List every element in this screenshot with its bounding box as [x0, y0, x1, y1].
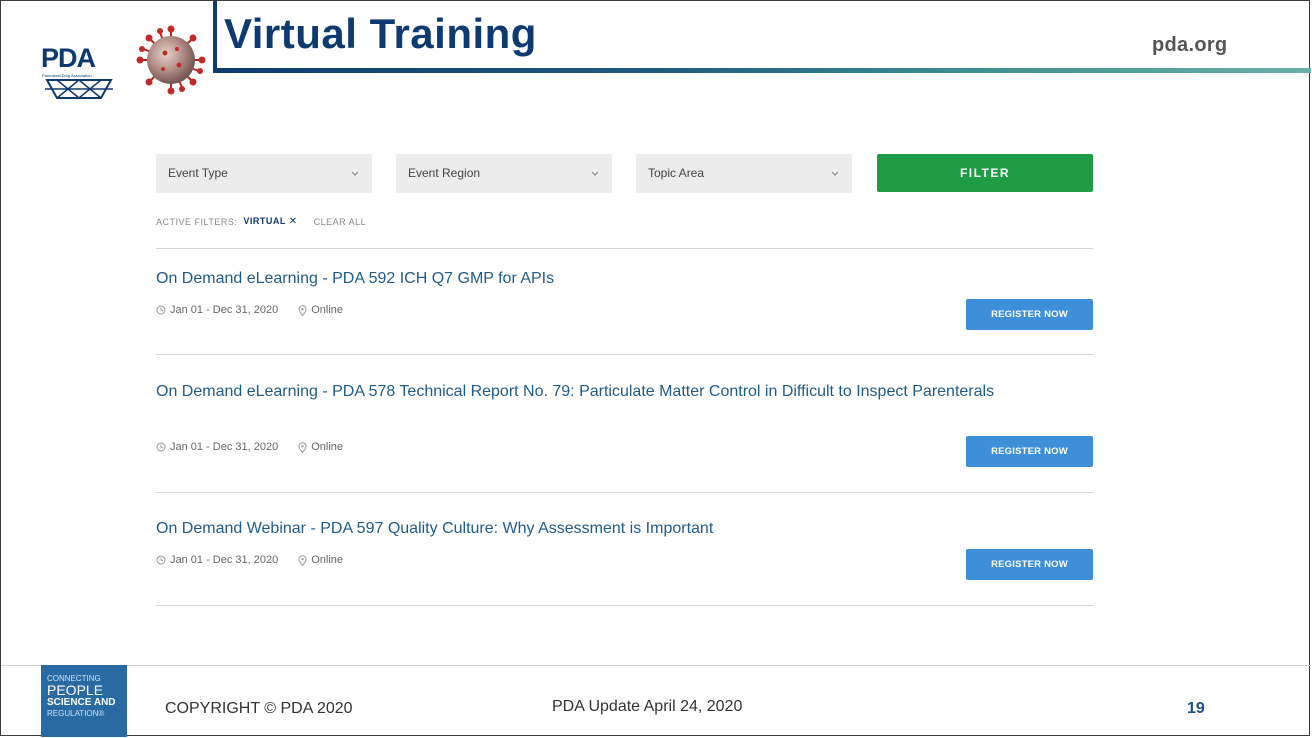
list-divider — [156, 492, 1093, 493]
globe-icon — [45, 79, 113, 99]
page-title: Virtual Training — [224, 10, 537, 57]
map-pin-icon — [298, 304, 307, 316]
topic-area-label: Topic Area — [648, 166, 705, 180]
remove-filter-icon[interactable]: ✕ — [289, 216, 298, 227]
event-title-link[interactable]: On Demand Webinar - PDA 597 Quality Cult… — [156, 518, 1016, 540]
filter-button[interactable]: FILTER — [877, 154, 1093, 192]
active-filter-chip-label: VIRTUAL — [243, 216, 286, 226]
map-pin-icon — [298, 554, 307, 566]
list-divider — [156, 605, 1093, 606]
chevron-down-icon — [351, 171, 359, 176]
connecting-people-badge: CONNECTING PEOPLE SCIENCE AND REGULATION… — [41, 665, 127, 737]
clock-icon — [156, 305, 166, 315]
event-region-label: Event Region — [408, 166, 481, 180]
event-location: Online — [311, 304, 344, 316]
event-date: Jan 01 - Dec 31, 2020 — [170, 441, 279, 453]
event-title-link[interactable]: On Demand eLearning - PDA 592 ICH Q7 GMP… — [156, 268, 1016, 290]
event-title-link[interactable]: On Demand eLearning - PDA 578 Technical … — [156, 381, 1016, 403]
list-divider — [156, 354, 1093, 355]
active-filters: ACTIVE FILTERS: VIRTUAL ✕ CLEAR ALL — [156, 216, 366, 227]
map-pin-icon — [298, 441, 307, 453]
clock-icon — [156, 555, 166, 565]
chevron-down-icon — [831, 171, 839, 176]
event-date: Jan 01 - Dec 31, 2020 — [170, 304, 279, 316]
site-url: pda.org — [1152, 34, 1228, 56]
register-now-button[interactable]: REGISTER NOW — [966, 549, 1093, 580]
pda-logo-text: PDA — [41, 43, 96, 73]
badge-line: SCIENCE AND — [47, 697, 116, 708]
clock-icon — [156, 442, 166, 452]
event-region-select[interactable]: Event Region — [396, 154, 612, 193]
list-divider — [156, 248, 1093, 249]
event-type-label: Event Type — [168, 166, 228, 180]
coronavirus-icon — [136, 25, 206, 95]
header-accent-bar — [213, 1, 217, 73]
topic-area-select[interactable]: Topic Area — [636, 154, 852, 193]
event-meta: Jan 01 - Dec 31, 2020 Online — [156, 441, 343, 453]
event-meta: Jan 01 - Dec 31, 2020 Online — [156, 304, 343, 316]
event-meta: Jan 01 - Dec 31, 2020 Online — [156, 554, 343, 566]
event-location: Online — [311, 554, 344, 566]
badge-line: REGULATION® — [47, 709, 105, 718]
chevron-down-icon — [591, 171, 599, 176]
header-divider — [213, 68, 1311, 73]
clear-all-link[interactable]: CLEAR ALL — [314, 217, 367, 227]
event-type-select[interactable]: Event Type — [156, 154, 372, 193]
badge-line: PEOPLE — [47, 682, 104, 698]
event-date: Jan 01 - Dec 31, 2020 — [170, 554, 279, 566]
slide-frame: PDA Parenteral Drug Association Virtual … — [0, 0, 1311, 737]
active-filters-label: ACTIVE FILTERS: — [156, 216, 238, 227]
update-text: PDA Update April 24, 2020 — [552, 698, 743, 715]
register-now-button[interactable]: REGISTER NOW — [966, 436, 1093, 467]
copyright-text: COPYRIGHT © PDA 2020 — [165, 700, 353, 717]
page-number: 19 — [1187, 700, 1205, 717]
pda-logo: PDA Parenteral Drug Association — [41, 45, 121, 101]
active-filter-chip-virtual[interactable]: VIRTUAL ✕ — [243, 216, 297, 227]
event-location: Online — [311, 441, 344, 453]
footer-divider — [1, 665, 1311, 666]
register-now-button[interactable]: REGISTER NOW — [966, 299, 1093, 330]
